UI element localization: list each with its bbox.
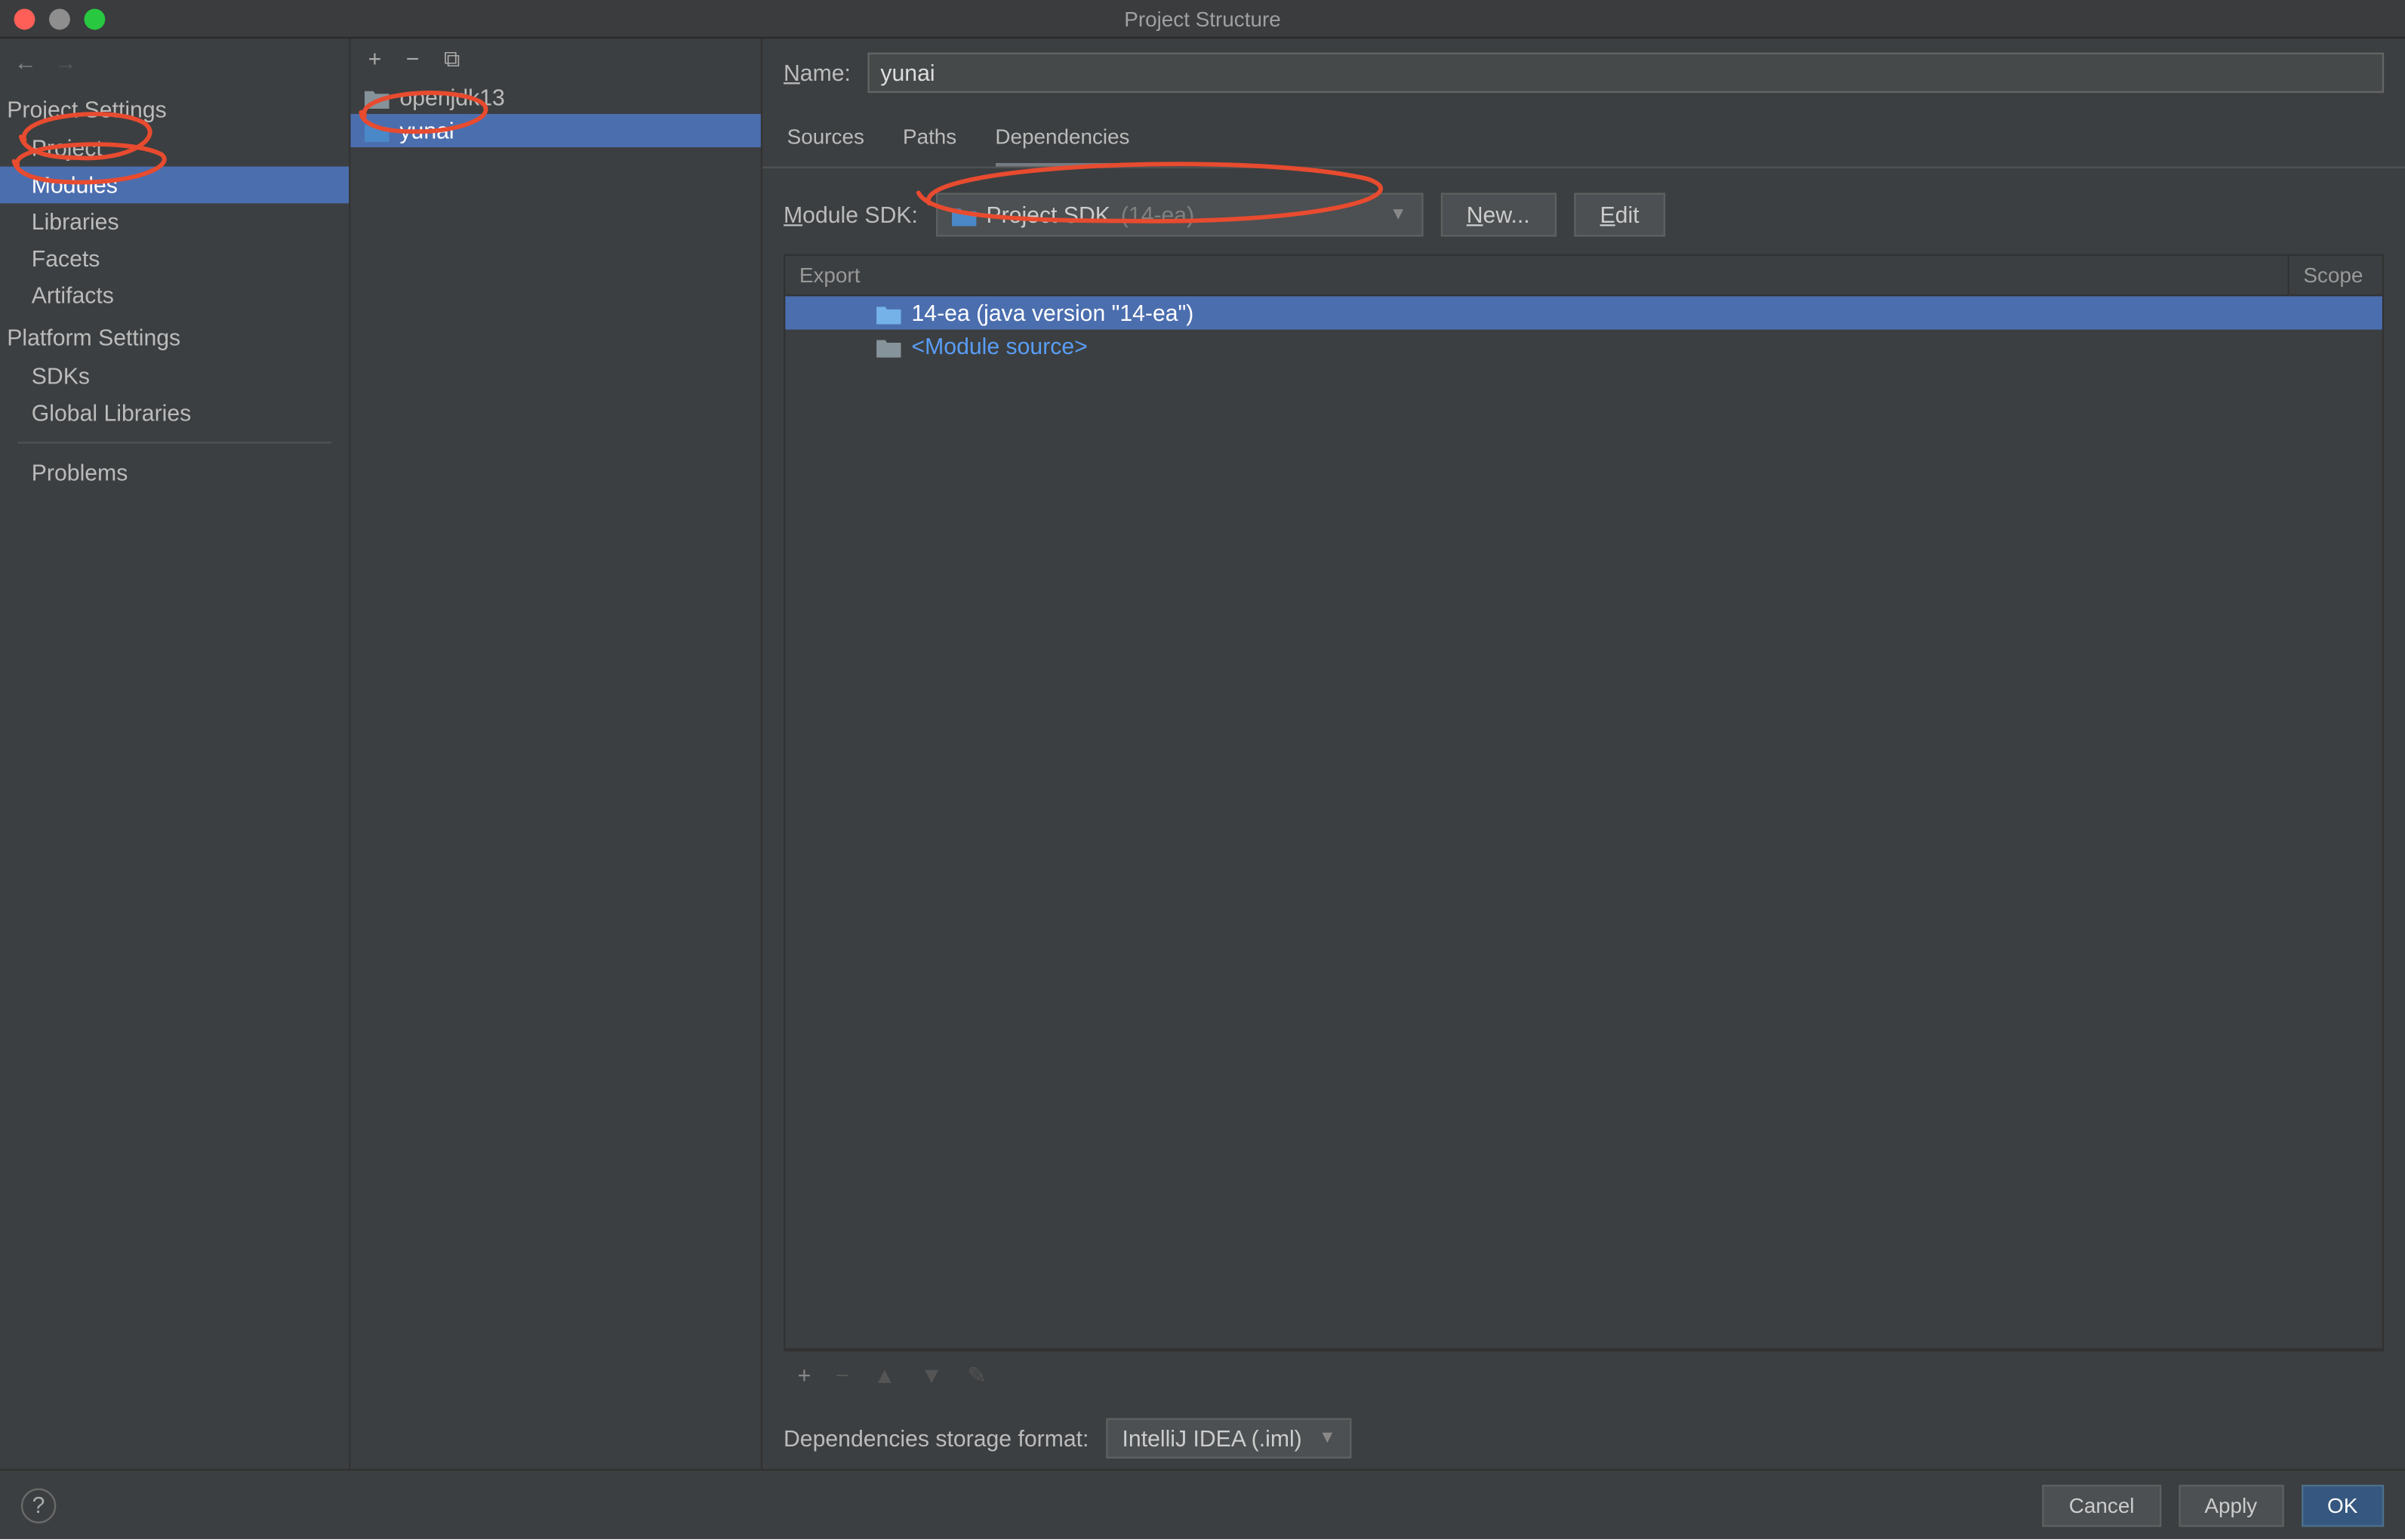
sidebar-item-facets[interactable]: Facets xyxy=(0,240,349,277)
sdk-hint: (14-ea) xyxy=(1121,202,1194,228)
tab-sources[interactable]: Sources xyxy=(787,118,864,167)
col-scope-header[interactable]: Scope xyxy=(2290,256,2382,294)
add-dependency-icon[interactable]: + xyxy=(798,1362,811,1390)
dependency-label: <Module source> xyxy=(912,333,1088,359)
settings-sidebar: ← → Project Settings Project Modules Lib… xyxy=(0,38,350,1469)
dependencies-table: Export Scope 14-ea (java version "14-ea"… xyxy=(784,254,2384,1350)
name-label: Name: xyxy=(784,60,851,86)
dependency-label: 14-ea (java version "14-ea") xyxy=(912,300,1194,326)
window-close-icon[interactable] xyxy=(14,8,35,29)
dialog-footer: ? Cancel Apply OK xyxy=(0,1469,2405,1539)
add-module-icon[interactable]: + xyxy=(368,45,382,73)
sidebar-item-project[interactable]: Project xyxy=(0,130,349,167)
module-sdk-label: Module SDK: xyxy=(784,202,918,228)
apply-button[interactable]: Apply xyxy=(2179,1484,2283,1526)
folder-icon xyxy=(365,88,390,107)
cancel-button[interactable]: Cancel xyxy=(2043,1484,2160,1526)
sidebar-item-problems[interactable]: Problems xyxy=(0,454,349,491)
module-label: openjdk13 xyxy=(399,84,504,110)
move-up-icon[interactable]: ▲ xyxy=(873,1362,896,1390)
module-item-openjdk13[interactable]: openjdk13 xyxy=(350,81,760,114)
window-minimize-icon xyxy=(49,8,70,29)
sidebar-item-artifacts[interactable]: Artifacts xyxy=(0,277,349,314)
titlebar: Project Structure xyxy=(0,0,2405,38)
edit-dependency-icon[interactable]: ✎ xyxy=(968,1362,987,1390)
sidebar-item-libraries[interactable]: Libraries xyxy=(0,203,349,240)
dependencies-toolbar: + − ▲ ▼ ✎ xyxy=(784,1350,2384,1400)
window-title: Project Structure xyxy=(1124,6,1281,31)
col-export-header[interactable]: Export xyxy=(785,256,2289,294)
copy-module-icon[interactable]: ⧉ xyxy=(444,45,460,73)
module-folder-icon xyxy=(365,121,390,140)
tab-dependencies[interactable]: Dependencies xyxy=(995,118,1129,167)
module-item-yunai[interactable]: yunai xyxy=(350,114,760,147)
module-label: yunai xyxy=(399,118,454,144)
storage-format-label: Dependencies storage format: xyxy=(784,1425,1089,1452)
remove-dependency-icon[interactable]: − xyxy=(836,1362,849,1390)
sdk-edit-button[interactable]: Edit xyxy=(1574,192,1666,236)
move-down-icon[interactable]: ▼ xyxy=(920,1362,943,1390)
dependency-row-sdk[interactable]: 14-ea (java version "14-ea") xyxy=(785,296,2382,329)
sdk-folder-icon xyxy=(876,303,901,323)
sdk-new-button[interactable]: New... xyxy=(1440,192,1557,236)
window-zoom-icon[interactable] xyxy=(84,8,105,29)
sidebar-item-global-libraries[interactable]: Global Libraries xyxy=(0,394,349,431)
help-button[interactable]: ? xyxy=(21,1487,56,1522)
module-sdk-combo[interactable]: Project SDK (14-ea) ▼ xyxy=(935,192,1423,236)
ok-button[interactable]: OK xyxy=(2301,1484,2384,1526)
nav-back-icon[interactable]: ← xyxy=(14,49,37,75)
sdk-value: Project SDK xyxy=(986,202,1110,228)
sdk-folder-icon xyxy=(951,205,976,225)
module-detail-panel: Name: Sources Paths Dependencies Module … xyxy=(762,38,2405,1469)
remove-module-icon[interactable]: − xyxy=(406,45,420,73)
nav-forward-icon: → xyxy=(54,49,77,75)
chevron-down-icon: ▼ xyxy=(1390,205,1407,225)
tab-paths[interactable]: Paths xyxy=(903,118,956,167)
storage-format-combo[interactable]: IntelliJ IDEA (.iml) ▼ xyxy=(1107,1418,1352,1458)
source-folder-icon xyxy=(876,337,901,356)
module-list-panel: + − ⧉ openjdk13 yunai xyxy=(350,38,762,1469)
platform-settings-header: Platform Settings xyxy=(0,314,349,358)
sidebar-item-modules[interactable]: Modules xyxy=(0,167,349,204)
chevron-down-icon: ▼ xyxy=(1319,1429,1336,1449)
sidebar-item-sdks[interactable]: SDKs xyxy=(0,358,349,395)
project-settings-header: Project Settings xyxy=(0,86,349,130)
storage-format-value: IntelliJ IDEA (.iml) xyxy=(1122,1425,1302,1452)
module-name-input[interactable] xyxy=(868,53,2384,93)
module-tabs: Sources Paths Dependencies xyxy=(762,107,2405,168)
dependency-row-module-source[interactable]: <Module source> xyxy=(785,330,2382,363)
